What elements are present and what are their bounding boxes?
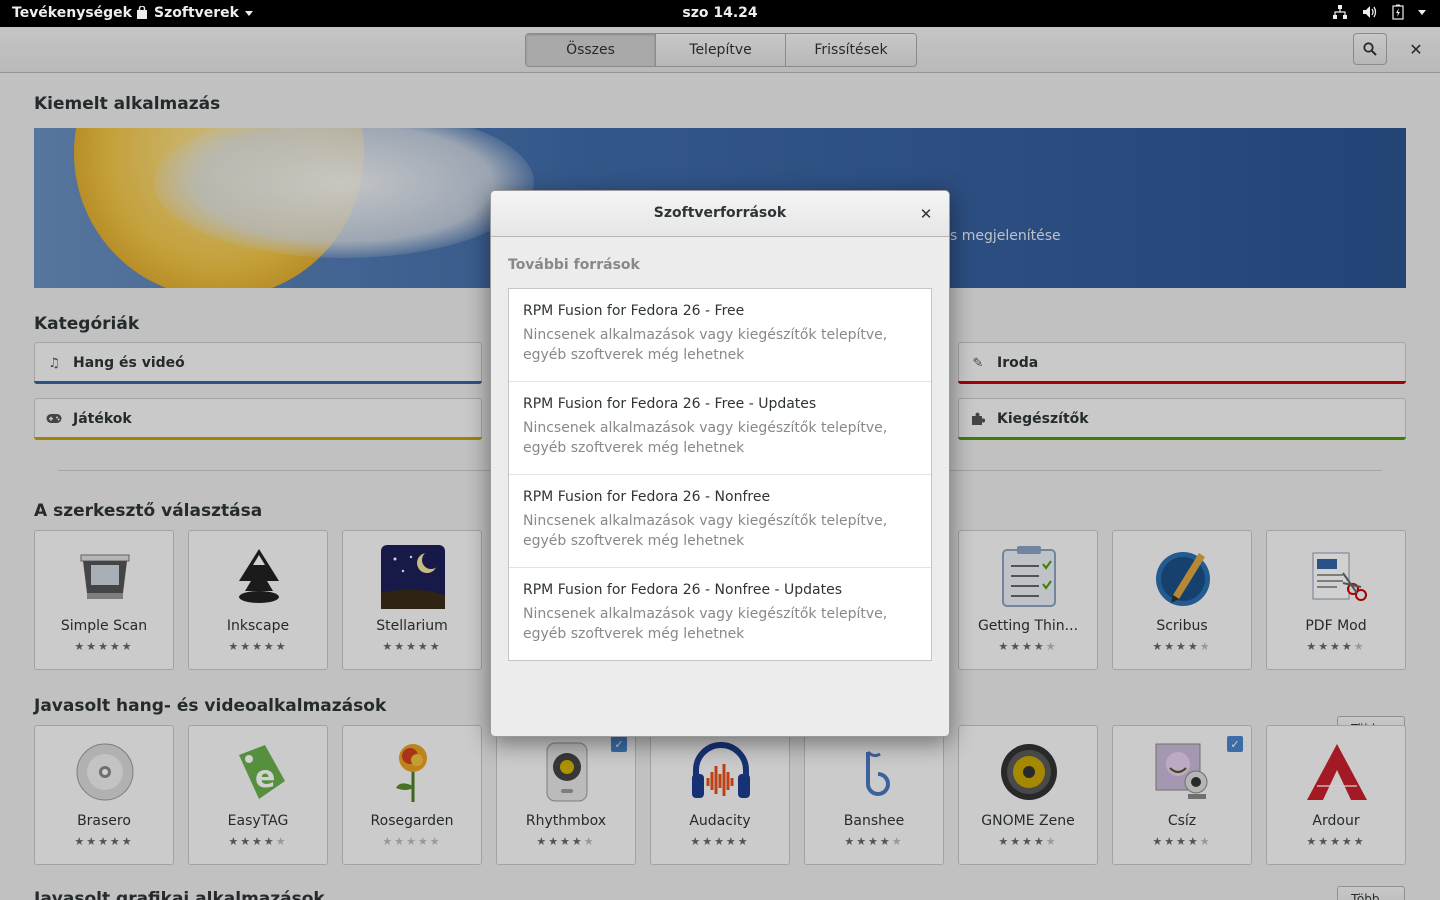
sources-list: RPM Fusion for Fedora 26 - Free Nincsene…	[508, 288, 932, 661]
volume-icon	[1363, 6, 1377, 18]
software-sources-dialog: Szoftverforrások ✕ További források RPM …	[490, 190, 950, 737]
source-row[interactable]: RPM Fusion for Fedora 26 - Free Nincsene…	[509, 289, 931, 382]
battery-icon	[1392, 4, 1404, 20]
source-name: RPM Fusion for Fedora 26 - Nonfree	[523, 489, 771, 505]
source-description: Nincsenek alkalmazások vagy kiegészítők …	[523, 327, 888, 363]
clock[interactable]: szo 14.24	[682, 5, 757, 21]
source-row[interactable]: RPM Fusion for Fedora 26 - Nonfree Nincs…	[509, 475, 931, 568]
source-description: Nincsenek alkalmazások vagy kiegészítők …	[523, 513, 888, 549]
app-menu-label: Szoftverek	[154, 5, 239, 21]
dialog-header: Szoftverforrások ✕	[491, 191, 949, 237]
source-row[interactable]: RPM Fusion for Fedora 26 - Free - Update…	[509, 382, 931, 475]
top-bar: Tevékenységek Szoftverek szo 14.24	[0, 0, 1440, 27]
shopping-bag-icon	[137, 6, 147, 19]
chevron-down-icon	[1418, 9, 1426, 15]
status-menu[interactable]	[1332, 4, 1426, 20]
source-description: Nincsenek alkalmazások vagy kiegészítők …	[523, 606, 888, 642]
additional-sources-heading: További források	[508, 257, 640, 273]
source-name: RPM Fusion for Fedora 26 - Free - Update…	[523, 396, 817, 412]
source-row[interactable]: RPM Fusion for Fedora 26 - Nonfree - Upd…	[509, 568, 931, 660]
dialog-title: Szoftverforrások	[653, 205, 787, 221]
software-window: Összes Telepítve Frissítések ✕ Kiemelt a…	[0, 27, 1440, 900]
source-description: Nincsenek alkalmazások vagy kiegészítők …	[523, 420, 888, 456]
activities-button[interactable]: Tevékenységek	[12, 5, 132, 21]
network-icon	[1333, 5, 1347, 19]
close-icon: ✕	[919, 205, 933, 223]
chevron-down-icon	[244, 10, 253, 16]
app-menu[interactable]: Szoftverek	[136, 5, 253, 21]
source-name: RPM Fusion for Fedora 26 - Free	[523, 303, 745, 319]
dialog-close-button[interactable]: ✕	[915, 203, 937, 225]
source-name: RPM Fusion for Fedora 26 - Nonfree - Upd…	[523, 582, 842, 598]
